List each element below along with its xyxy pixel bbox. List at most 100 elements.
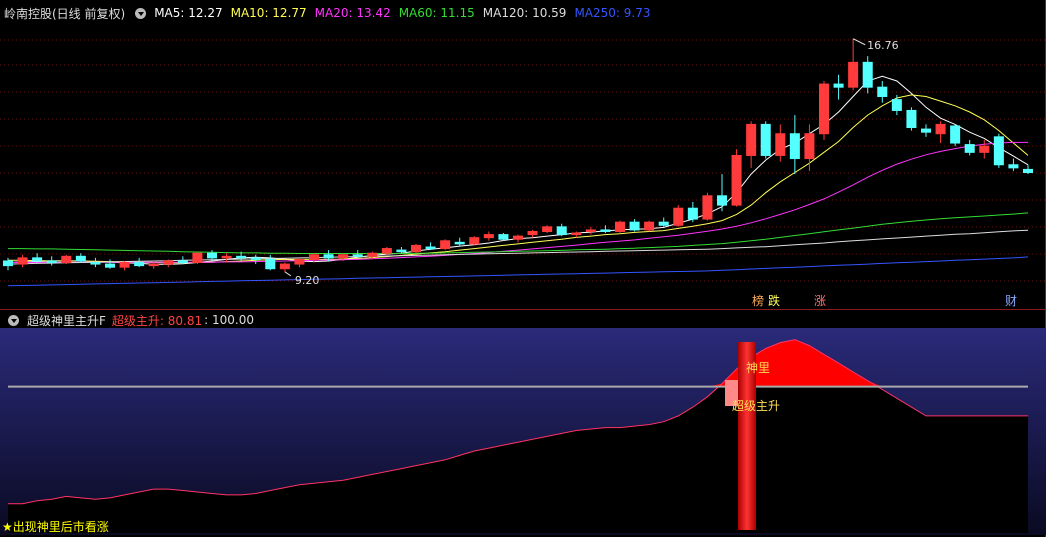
high-price-label: 16.76 — [867, 39, 899, 52]
candle-body — [556, 226, 567, 236]
event-marker: 跌 — [768, 293, 780, 308]
candle-body — [833, 83, 844, 88]
shenli-label: 神里 — [746, 361, 770, 375]
chevron-down-icon[interactable] — [135, 7, 147, 19]
candle-body — [381, 248, 392, 254]
indicator-chart[interactable]: 神里超级主升 — [0, 328, 1046, 535]
candle-body — [877, 86, 888, 97]
candle-body — [993, 136, 1004, 166]
candle-body — [1022, 168, 1034, 174]
candle-body — [236, 255, 247, 259]
candle-body — [979, 145, 990, 153]
candle-body — [250, 257, 261, 260]
candle-body — [716, 195, 728, 206]
candle-body — [338, 254, 349, 259]
ma-legend-item: MA60: 11.15 — [398, 6, 475, 20]
candle-body — [804, 133, 815, 160]
candle-body — [920, 128, 932, 133]
candle-body — [308, 254, 320, 260]
candle-body — [731, 154, 742, 206]
ma-line-ma20 — [8, 141, 1028, 263]
ma-legend-item: MA5: 12.27 — [154, 6, 223, 20]
candle-body — [746, 123, 757, 156]
candle-body — [644, 221, 655, 231]
candle-body — [163, 260, 174, 265]
candle-body — [46, 260, 57, 264]
candle-body — [104, 263, 116, 268]
candle-body — [1008, 164, 1019, 169]
candle-body — [498, 234, 509, 240]
ma-legend-item: MA120: 10.59 — [482, 6, 567, 20]
candle-body — [469, 237, 480, 245]
candle-body — [410, 244, 422, 253]
candle-body — [352, 254, 363, 257]
main-legend: 岭南控股(日线 前复权) MA5: 12.27 MA10: 12.77 MA20: … — [0, 2, 650, 24]
candle-body — [600, 229, 611, 232]
candle-body — [17, 257, 28, 265]
candle-body — [90, 262, 101, 265]
candle-body — [848, 61, 859, 88]
indicator-value: 超级主升: 80.81 — [111, 313, 203, 328]
candle-body — [935, 123, 946, 135]
candle-body — [279, 263, 290, 270]
candle-body — [177, 260, 188, 264]
ma-legend-group: MA5: 12.27 MA10: 12.77 MA20: 13.42 MA60: 11… — [154, 6, 650, 20]
chevron-down-icon[interactable] — [8, 314, 19, 326]
candle-body — [702, 195, 713, 220]
candle-body — [775, 133, 786, 156]
sub-chart-title: 超级神里主升F — [27, 313, 106, 328]
candle-body — [818, 83, 830, 135]
candle-body — [862, 61, 873, 88]
ma-legend-item: MA20: 13.42 — [314, 6, 391, 20]
candle-body — [221, 255, 232, 259]
candle-body — [542, 226, 553, 232]
candle-body — [440, 240, 451, 250]
event-marker: 财 — [1005, 294, 1017, 308]
candle-body — [75, 255, 86, 262]
candle-body — [789, 133, 800, 160]
chart-window: 16.76 9.20 榜跌 涨 财 岭南控股(日线 前复权) MA5: 12.27 MA1… — [0, 0, 1046, 537]
candle-body — [483, 234, 494, 239]
candle-body — [367, 252, 378, 257]
candle-body — [206, 252, 218, 259]
candle-body — [950, 125, 961, 144]
candle-body — [571, 232, 582, 236]
ma-legend-item: MA250: 9.73 — [574, 6, 651, 20]
candle-body — [119, 262, 130, 268]
candle-body — [396, 249, 407, 253]
candle-body — [425, 246, 436, 250]
event-marker: 榜 — [752, 293, 764, 308]
high-pointer — [852, 38, 866, 46]
footer-note: ★出现神里后市看涨 — [2, 520, 109, 534]
candle-body — [294, 258, 305, 265]
candle-body — [148, 263, 159, 267]
candle-body — [614, 221, 626, 232]
candle-body — [673, 207, 684, 226]
main-chart-title: 岭南控股(日线 前复权) — [4, 6, 126, 21]
ma-legend-item: MA10: 12.77 — [230, 6, 307, 20]
price-chart[interactable]: 16.76 9.20 榜跌 涨 财 — [0, 0, 1046, 310]
candle-body — [192, 252, 203, 264]
candle-body — [323, 254, 334, 259]
candle-body — [906, 109, 917, 129]
candle-body — [134, 262, 145, 267]
chaoji-label: 超级主升 — [732, 398, 780, 413]
ma-line-ma60 — [8, 212, 1029, 254]
candle-body — [61, 255, 72, 264]
candle-body — [658, 221, 669, 226]
candle-body — [527, 230, 538, 236]
candle-body — [265, 258, 276, 270]
candle-body — [964, 144, 975, 153]
candle-body — [2, 260, 14, 267]
event-marker: 涨 — [814, 293, 826, 308]
candle-body — [687, 207, 698, 220]
low-price-label: 9.20 — [295, 274, 320, 287]
candle-body — [760, 123, 771, 156]
candle-body — [512, 235, 524, 240]
candle-body — [32, 257, 43, 262]
low-pointer — [284, 271, 292, 277]
candle-body — [891, 99, 902, 111]
candle-body — [454, 241, 465, 245]
level-value: : 100.00 — [204, 313, 254, 327]
candle-body — [629, 221, 640, 231]
